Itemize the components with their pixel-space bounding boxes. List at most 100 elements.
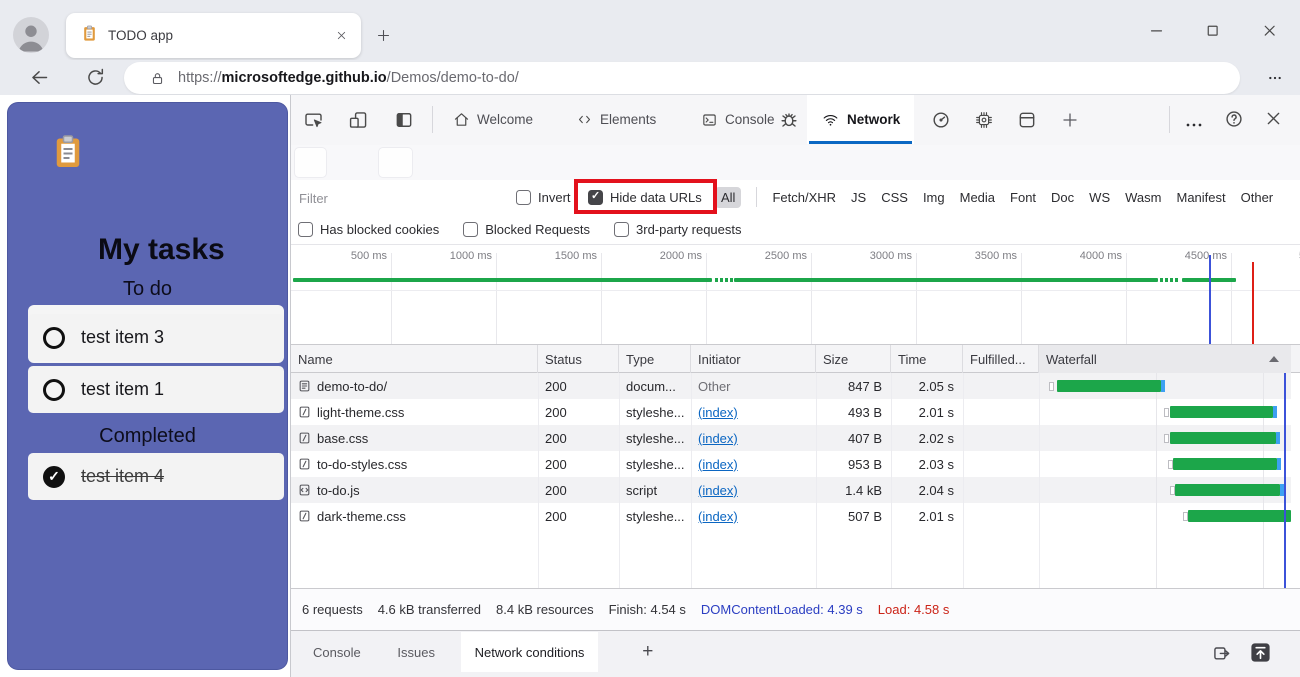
- task-label: test item 3: [81, 327, 165, 347]
- overview-activity-dash: [720, 278, 723, 282]
- inspect-element-icon[interactable]: [303, 110, 324, 130]
- refresh-button[interactable]: [85, 67, 106, 88]
- url-text: https://microsoftedge.github.io/Demos/de…: [178, 70, 519, 86]
- window-minimize-button[interactable]: [1148, 22, 1165, 39]
- table-row[interactable]: dark-theme.css 200 styleshe... (index) 507 B…: [291, 503, 1300, 529]
- table-row[interactable]: base.css 200 styleshe... (index) 407 B 2.02 s: [291, 425, 1300, 451]
- table-row[interactable]: light-theme.css 200 styleshe... (index) 493 …: [291, 399, 1300, 425]
- task-checkbox-unchecked[interactable]: [43, 326, 65, 349]
- size-cell: 493 B: [848, 404, 882, 420]
- url-bar[interactable]: https://microsoftedge.github.io/Demos/de…: [124, 62, 1240, 94]
- profile-avatar[interactable]: [13, 17, 49, 53]
- more-tabs-button[interactable]: [1061, 111, 1079, 129]
- column-header-fulfilled[interactable]: Fulfilled...: [963, 345, 1039, 373]
- initiator-cell[interactable]: (index): [698, 451, 813, 477]
- tab-close-icon[interactable]: [336, 30, 347, 41]
- summary-item: Finish: 4.54 s: [608, 602, 686, 617]
- todo-item[interactable]: test item 3: [28, 314, 284, 361]
- waterfall-cell: [1039, 477, 1291, 503]
- drawer-tab-issues[interactable]: Issues: [383, 632, 449, 672]
- application-icon[interactable]: [1017, 110, 1037, 130]
- memory-icon[interactable]: [974, 110, 994, 130]
- type-filter-fetchxhr[interactable]: Fetch/XHR: [772, 190, 836, 205]
- window-maximize-button[interactable]: [1204, 22, 1221, 39]
- browser-menu-icon[interactable]: [1266, 70, 1284, 91]
- column-header-size[interactable]: Size: [816, 345, 891, 373]
- browser-tab[interactable]: TODO app: [66, 13, 361, 58]
- request-name-cell: dark-theme.css: [294, 503, 533, 529]
- filter-input[interactable]: [297, 185, 501, 211]
- waterfall-tip: [1273, 406, 1278, 418]
- invert-label: Invert: [538, 190, 571, 205]
- bug-icon[interactable]: [779, 109, 799, 130]
- type-filter-img[interactable]: Img: [923, 190, 945, 205]
- time-cell: 2.02 s: [918, 430, 954, 446]
- type-filter-ws[interactable]: WS: [1089, 190, 1110, 205]
- network-summary-bar: 6 requests 4.6 kB transferred 8.4 kB resou…: [291, 588, 1300, 630]
- new-tab-button[interactable]: [376, 28, 391, 43]
- timeline-gridline: [601, 253, 602, 344]
- type-filter-media[interactable]: Media: [960, 190, 995, 205]
- drawer-tab-networkconditions[interactable]: Network conditions: [460, 632, 599, 672]
- filter-button-tile: [379, 148, 412, 177]
- column-header-name[interactable]: Name: [291, 345, 538, 373]
- task-checkbox-checked[interactable]: ✓: [43, 465, 65, 488]
- waterfall-download-bar: [1056, 380, 1162, 392]
- initiator-cell[interactable]: (index): [698, 425, 813, 451]
- tabbar-separator: [1169, 106, 1170, 133]
- expand-quick-view-icon[interactable]: [1249, 641, 1272, 669]
- drawer-more-tools-button[interactable]: +: [628, 632, 667, 672]
- column-header-status[interactable]: Status: [538, 345, 619, 373]
- initiator-cell[interactable]: (index): [698, 477, 813, 503]
- code-icon: [578, 115, 591, 124]
- table-row[interactable]: to-do.js 200 script (index) 1.4 kB 2.04 s: [291, 477, 1300, 503]
- todo-item[interactable]: test item 1: [28, 366, 284, 413]
- initiator-cell[interactable]: (index): [698, 399, 813, 425]
- type-filter-doc[interactable]: Doc: [1051, 190, 1074, 205]
- type-filter-wasm[interactable]: Wasm: [1125, 190, 1161, 205]
- task-checkbox-unchecked[interactable]: [43, 378, 65, 401]
- advanced-filter-checkbox[interactable]: [463, 221, 479, 237]
- column-header-waterfall[interactable]: Waterfall: [1039, 345, 1291, 373]
- column-header-initiator[interactable]: Initiator: [691, 345, 816, 373]
- completed-section-heading: Completed: [99, 425, 196, 447]
- type-filter-css[interactable]: CSS: [881, 190, 908, 205]
- tab-welcome[interactable]: Welcome: [441, 95, 545, 144]
- lock-icon[interactable]: [150, 71, 165, 86]
- window-close-button[interactable]: [1261, 22, 1278, 39]
- table-row[interactable]: demo-to-do/200 docum... Other 847 B 2.05 s: [291, 373, 1300, 399]
- devtools-menu-icon[interactable]: [1185, 116, 1203, 134]
- performance-icon[interactable]: [931, 110, 951, 130]
- waterfall-download-bar: [1187, 510, 1291, 522]
- devtools-close-icon[interactable]: [1264, 109, 1283, 128]
- completed-item[interactable]: ✓ test item 4: [28, 453, 284, 500]
- drawer-dock-icon[interactable]: [1211, 643, 1233, 663]
- type-filter-manifest[interactable]: Manifest: [1176, 190, 1225, 205]
- drawer-tab-console[interactable]: Console: [299, 632, 375, 672]
- waterfall-stalled-segment: [1163, 408, 1169, 417]
- invert-checkbox[interactable]: [516, 190, 531, 205]
- column-header-type[interactable]: Type: [619, 345, 691, 373]
- advanced-filter-checkbox[interactable]: [614, 221, 630, 237]
- type-filter-other[interactable]: Other: [1241, 190, 1274, 205]
- type-filter-js[interactable]: JS: [851, 190, 866, 205]
- waterfall-download-bar: [1170, 432, 1276, 444]
- table-row[interactable]: to-do-styles.css 200 styleshe... (index) 953…: [291, 451, 1300, 477]
- help-icon[interactable]: [1224, 109, 1244, 129]
- type-filter-all[interactable]: All: [715, 186, 742, 208]
- overview-activity-bar: [734, 278, 1158, 282]
- network-overview-timeline[interactable]: 500 ms 1000 ms 1500 ms 2000 ms 2500 ms 3000 m…: [291, 245, 1300, 345]
- type-filter-font[interactable]: Font: [1010, 190, 1036, 205]
- domcontentloaded-marker: [1209, 255, 1211, 344]
- tab-elements[interactable]: Elements: [564, 95, 668, 144]
- tab-console[interactable]: Console: [689, 95, 787, 144]
- dock-side-icon[interactable]: [394, 110, 414, 130]
- status-cell: 200: [545, 430, 567, 446]
- advanced-filter-checkbox[interactable]: [298, 221, 313, 237]
- device-emulation-icon[interactable]: [348, 110, 369, 130]
- overview-activity-dash: [1170, 278, 1173, 282]
- column-header-time[interactable]: Time: [891, 345, 963, 373]
- initiator-cell[interactable]: (index): [698, 503, 813, 529]
- back-button[interactable]: [29, 67, 50, 88]
- tab-network[interactable]: Network: [807, 95, 915, 144]
